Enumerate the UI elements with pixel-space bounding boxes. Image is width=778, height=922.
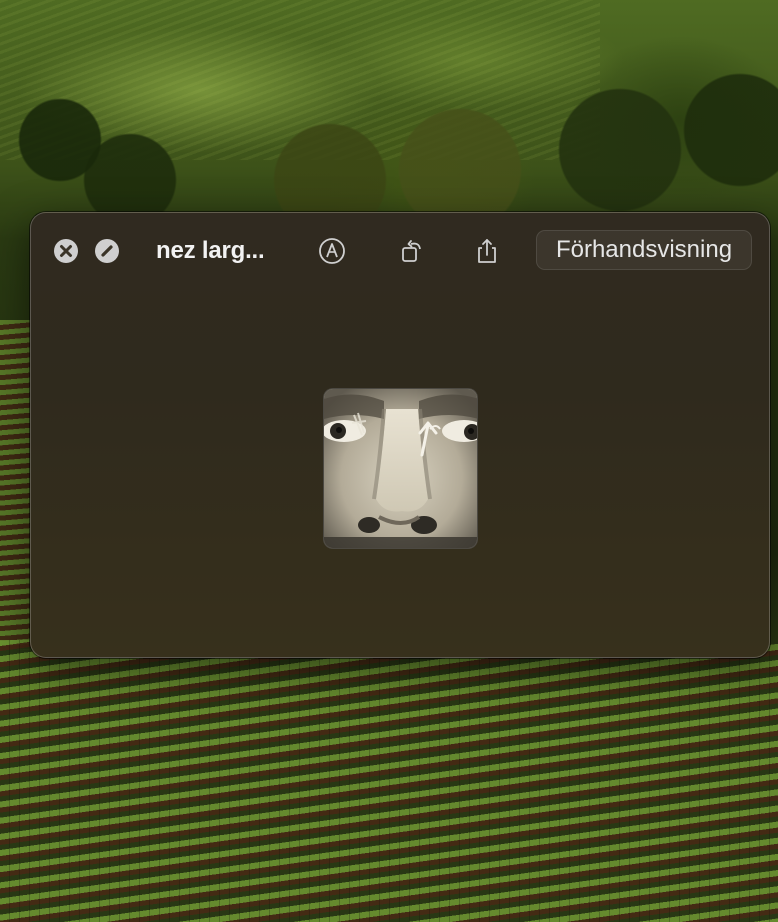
quick-look-window: nez larg... Förhandsvisning [30, 212, 770, 658]
image-preview [323, 388, 478, 549]
close-icon [60, 245, 72, 257]
share-button[interactable] [469, 233, 505, 269]
rotate-icon [402, 240, 421, 262]
markup-button[interactable] [314, 233, 350, 269]
file-title: nez larg... [156, 237, 265, 264]
face-photo-thumbnail [324, 389, 477, 548]
open-in-preview-button[interactable]: Förhandsvisning [536, 230, 752, 270]
slash-icon [101, 245, 113, 257]
rotate-button[interactable] [394, 233, 430, 269]
share-icon [478, 239, 496, 263]
desktop-wallpaper: nez larg... Förhandsvisning [0, 0, 778, 922]
markup-pen-icon [319, 238, 345, 264]
quick-look-toolbar: nez larg... Förhandsvisning [31, 213, 769, 287]
wallpaper-vineyard [0, 640, 778, 922]
wallpaper-trees [0, 60, 778, 220]
hide-button[interactable] [95, 239, 119, 263]
close-button[interactable] [54, 239, 78, 263]
